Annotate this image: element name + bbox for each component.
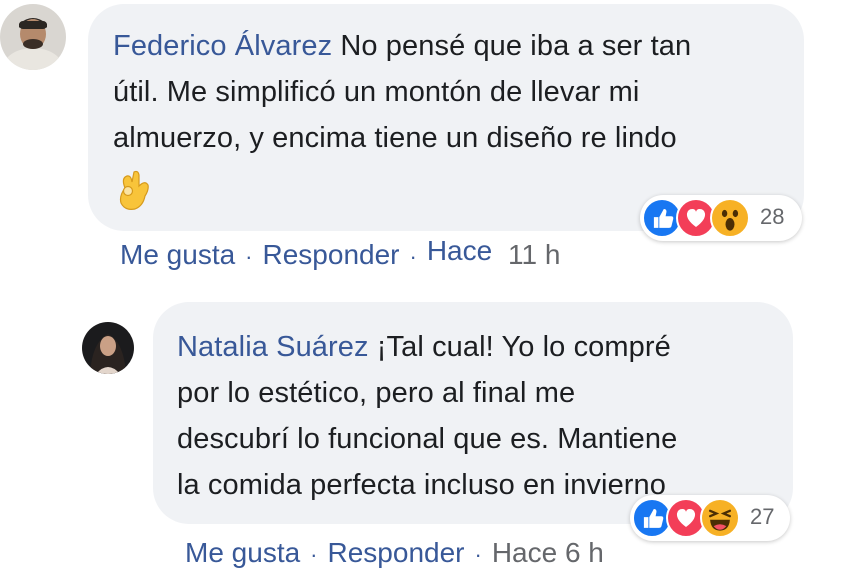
comment-line-1: Natalia Suárez ¡Tal cual! Yo lo compré: [177, 324, 777, 370]
comment-text-line: almuerzo, y encima tiene un diseño re li…: [113, 122, 677, 154]
haha-icon: [700, 498, 740, 538]
reaction-count: 28: [760, 204, 785, 229]
reaction-summary-federico[interactable]: 28: [640, 195, 802, 241]
reaction-count: 27: [750, 504, 775, 529]
comment-actions-natalia: Me gusta · Responder · Hace 6 h: [185, 537, 604, 569]
comment-text-line: No pensé que iba a ser tan: [340, 30, 692, 62]
avatar-photo-icon: [0, 4, 66, 70]
comment-text-line: útil. Me simplificó un montón de llevar …: [113, 76, 640, 108]
separator-dot: ·: [310, 542, 318, 567]
author-name-natalia[interactable]: Natalia Suárez: [177, 331, 369, 363]
separator-dot: ·: [245, 244, 253, 269]
avatar-natalia[interactable]: [82, 322, 134, 374]
author-name-federico[interactable]: Federico Álvarez: [113, 30, 332, 62]
avatar-federico[interactable]: [0, 4, 66, 70]
wow-icon: [710, 198, 750, 238]
like-button[interactable]: Me gusta: [120, 239, 235, 270]
like-button[interactable]: Me gusta: [185, 537, 300, 568]
comment-thread: Federico Álvarez No pensé que iba a ser …: [0, 0, 842, 577]
ok-hand-emoji-icon: [115, 170, 151, 212]
comment-actions-federico: Me gusta · Responder · Hace 11 h: [120, 235, 561, 271]
reply-button[interactable]: Responder: [328, 537, 465, 568]
comment-body-natalia: Natalia Suárez ¡Tal cual! Yo lo compré p…: [177, 324, 777, 508]
comment-text-line: descubrí lo funcional que es. Mantiene: [177, 423, 678, 455]
reaction-summary-natalia[interactable]: 27: [630, 495, 790, 541]
separator-dot: ·: [409, 244, 417, 269]
timestamp: Hace 6 h: [491, 537, 604, 568]
comment-text-line: por lo estético, pero al final me: [177, 377, 576, 409]
timestamp-prefix[interactable]: Hace: [427, 235, 492, 266]
comment-line-1: Federico Álvarez No pensé que iba a ser …: [113, 23, 793, 69]
timestamp: 11 h: [507, 239, 561, 270]
comment-body-federico: Federico Álvarez No pensé que iba a ser …: [113, 23, 793, 161]
reply-button[interactable]: Responder: [263, 239, 400, 270]
avatar-photo-icon: [82, 322, 134, 374]
comment-text-line: ¡Tal cual! Yo lo compré: [376, 331, 671, 363]
separator-dot: ·: [474, 542, 482, 567]
